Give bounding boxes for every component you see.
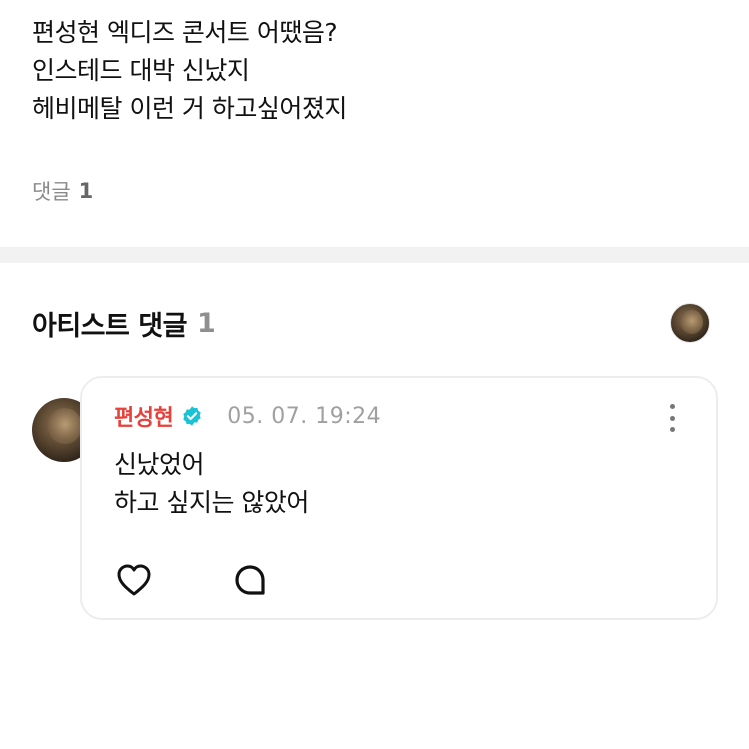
more-dot (669, 404, 675, 409)
reply-button[interactable] (230, 560, 270, 600)
artist-avatar[interactable] (670, 303, 710, 343)
post-line: 편성현 엑디즈 콘서트 어땠음? (32, 18, 338, 47)
verified-badge-icon (181, 405, 203, 427)
comment-text: 신났었어 하고 싶지는 않았어 (114, 446, 309, 522)
comment-author-name[interactable]: 편성현 (114, 400, 174, 432)
avatar-image (48, 408, 82, 444)
more-dot (669, 427, 675, 432)
artist-comments-title: 아티스트 댓글 (32, 311, 187, 342)
comment-header: 편성현 05. 07. 19:24 (114, 400, 381, 432)
post-line: 헤비메탈 이런 거 하고싶어졌지 (32, 94, 347, 123)
comment-count[interactable]: 댓글 1 (32, 176, 93, 206)
section-divider (0, 247, 749, 263)
comment-line: 하고 싶지는 않았어 (114, 488, 309, 517)
artist-comments-count: 1 (196, 308, 216, 339)
comment-count-label: 댓글 (32, 180, 71, 204)
comment-timestamp: 05. 07. 19:24 (227, 403, 382, 429)
more-vertical-icon[interactable] (668, 404, 676, 432)
comment-line: 신났었어 (114, 450, 205, 479)
avatar-image (681, 310, 703, 334)
artist-comments-heading: 아티스트 댓글 1 (32, 304, 216, 343)
more-dot (669, 415, 675, 421)
heart-icon (117, 564, 151, 596)
post-body: 편성현 엑디즈 콘서트 어땠음? 인스테드 대박 신났지 헤비메탈 이런 거 하… (32, 14, 347, 128)
comment-count-number: 1 (78, 179, 94, 203)
post-line: 인스테드 대박 신났지 (32, 56, 250, 85)
speech-bubble-icon (235, 565, 265, 595)
artist-comment-card: 편성현 05. 07. 19:24 신났었어 하고 싶지는 않았어 (80, 376, 718, 620)
like-button[interactable] (114, 560, 154, 600)
